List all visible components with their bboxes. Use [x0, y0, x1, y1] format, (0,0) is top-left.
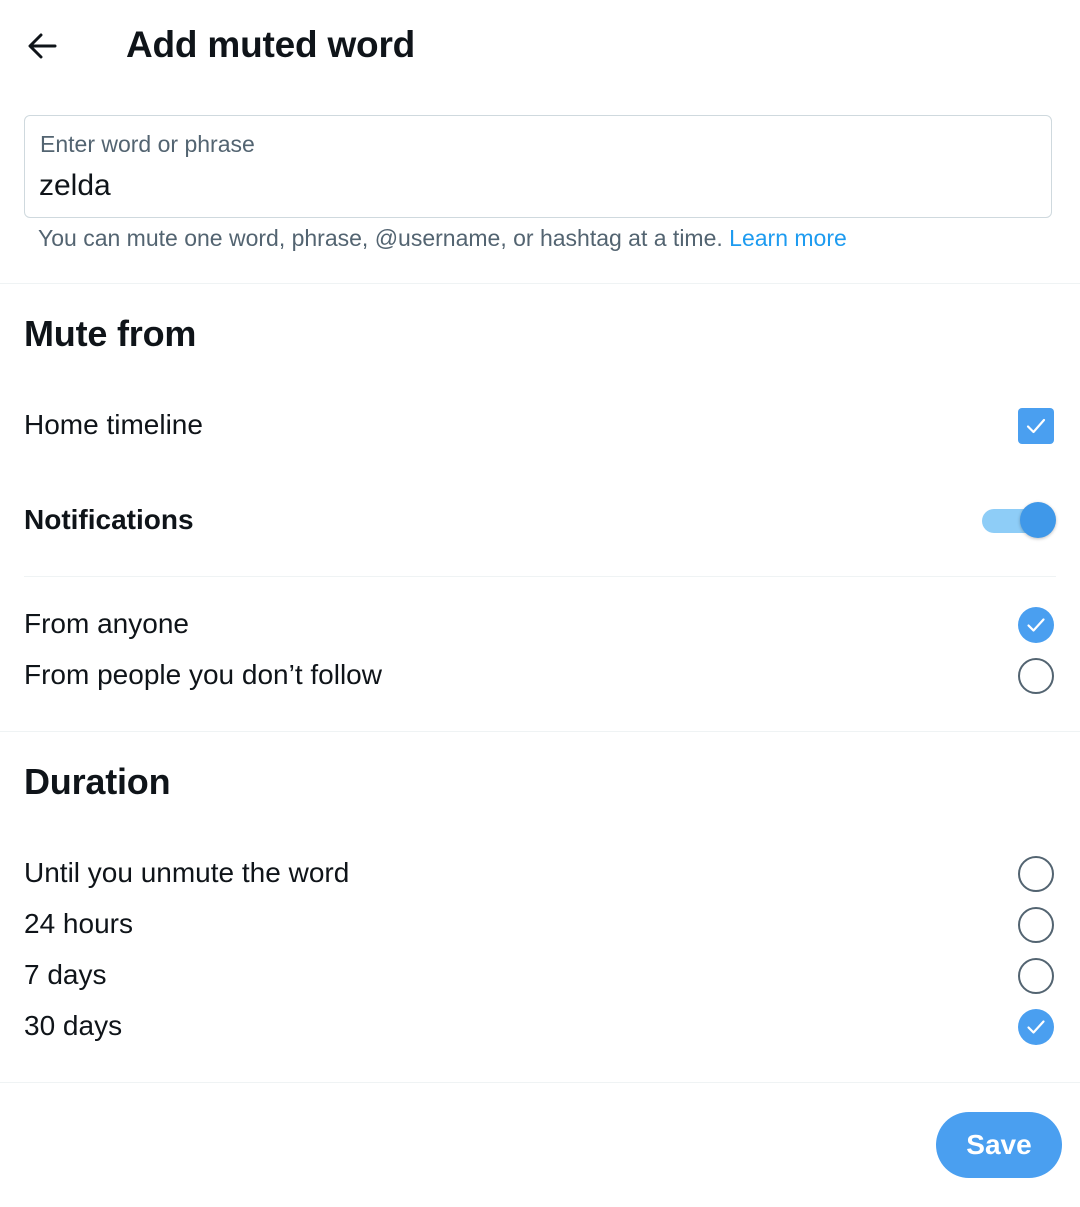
notifications-toggle[interactable]	[982, 500, 1056, 540]
from-non-followers-label: From people you don’t follow	[24, 659, 382, 690]
home-timeline-label: Home timeline	[24, 409, 203, 440]
duration-30d-radio[interactable]	[1018, 1009, 1054, 1045]
section-divider	[0, 731, 1080, 732]
back-button[interactable]	[20, 24, 64, 68]
page-title: Add muted word	[126, 24, 416, 65]
word-field[interactable]: Enter word or phrase	[24, 115, 1052, 218]
learn-more-link[interactable]: Learn more	[729, 225, 847, 251]
from-non-followers-radio[interactable]	[1018, 658, 1054, 694]
arrow-left-icon	[28, 33, 57, 59]
section-divider	[0, 1082, 1080, 1083]
duration-24h-label: 24 hours	[24, 908, 133, 939]
checkmark-icon	[1027, 618, 1045, 632]
duration-30d-label: 30 days	[24, 1010, 123, 1041]
from-anyone-radio[interactable]	[1018, 607, 1054, 643]
checkmark-icon	[1027, 1020, 1045, 1034]
notifications-label: Notifications	[24, 504, 194, 535]
header: Add muted word	[0, 0, 1080, 92]
duration-title: Duration	[24, 761, 171, 802]
duration-forever-label: Until you unmute the word	[24, 857, 350, 888]
checkmark-icon	[1026, 418, 1046, 434]
helper-text: You can mute one word, phrase, @username…	[38, 224, 847, 252]
duration-7d-radio[interactable]	[1018, 958, 1054, 994]
from-anyone-label: From anyone	[24, 608, 189, 639]
duration-7d-label: 7 days	[24, 959, 107, 990]
helper-text-body: You can mute one word, phrase, @username…	[38, 225, 723, 251]
home-timeline-checkbox[interactable]	[1018, 408, 1054, 444]
notifications-divider	[24, 576, 1056, 577]
section-divider	[0, 283, 1080, 284]
word-input[interactable]	[39, 166, 1029, 206]
toggle-thumb	[1020, 502, 1056, 538]
duration-24h-radio[interactable]	[1018, 907, 1054, 943]
duration-forever-radio[interactable]	[1018, 856, 1054, 892]
mute-from-title: Mute from	[24, 313, 197, 354]
save-button[interactable]: Save	[936, 1112, 1062, 1178]
word-field-label: Enter word or phrase	[40, 131, 255, 157]
